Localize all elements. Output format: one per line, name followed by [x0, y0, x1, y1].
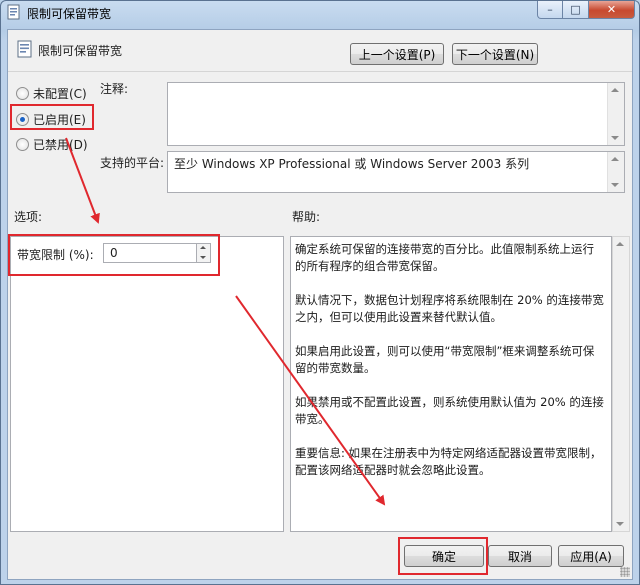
help-paragraph: 如果启用此设置，则可以使用“带宽限制”框来调整系统可保留的带宽数量。 [295, 344, 595, 375]
policy-setting-icon [17, 40, 32, 58]
header-divider [8, 71, 632, 72]
dialog-client-area: 限制可保留带宽 上一个设置(P) 下一个设置(N) 未配置(C) 已启用(E) … [7, 29, 633, 580]
help-label: 帮助: [292, 210, 321, 224]
platform-field: 至少 Windows XP Professional 或 Windows Ser… [167, 151, 625, 193]
close-icon: ✕ [606, 3, 617, 16]
help-panel: 确定系统可保留的连接带宽的百分比。此值限制系统上运行的所有程序的组合带宽保留。 … [290, 236, 612, 532]
close-button[interactable]: ✕ [589, 1, 635, 19]
radio-disabled-indicator[interactable] [16, 138, 29, 151]
window-title: 限制可保留带宽 [27, 7, 112, 21]
maximize-icon: □ [570, 3, 581, 16]
help-paragraph: 重要信息: 如果在注册表中为特定网络适配器设置带宽限制，配置该网络适配器时就会忽… [295, 446, 602, 477]
maximize-button[interactable]: □ [563, 1, 589, 19]
policy-title: 限制可保留带宽 [38, 44, 123, 58]
bandwidth-highlight-box [8, 234, 220, 276]
platform-scrollbar[interactable] [607, 152, 624, 192]
policy-dialog-window: 限制可保留带宽 – □ ✕ 限制可保留带宽 上一个设置(P) 下一个设置(N) … [0, 0, 640, 585]
help-paragraph: 确定系统可保留的连接带宽的百分比。此值限制系统上运行的所有程序的组合带宽保留。 [295, 242, 594, 273]
radio-disabled[interactable]: 已禁用(D) [16, 136, 88, 153]
radio-not-configured[interactable]: 未配置(C) [16, 85, 87, 102]
options-panel: 带宽限制 (%): 0 [10, 236, 284, 532]
previous-setting-button[interactable]: 上一个设置(P) [350, 43, 444, 65]
radio-disabled-label: 已禁用(D) [33, 138, 88, 152]
help-paragraph: 如果禁用或不配置此设置，则系统使用默认值为 20% 的连接带宽。 [295, 395, 604, 426]
policy-setting-icon [7, 4, 20, 20]
cancel-button[interactable]: 取消 [488, 545, 552, 567]
enabled-highlight-box [10, 104, 94, 130]
next-setting-button[interactable]: 下一个设置(N) [452, 43, 538, 65]
radio-not-configured-label: 未配置(C) [33, 87, 87, 101]
minimize-icon: – [547, 3, 553, 16]
resize-grip-icon[interactable] [620, 567, 630, 577]
comment-textarea[interactable] [167, 82, 625, 146]
comment-scrollbar[interactable] [607, 83, 624, 145]
platform-label: 支持的平台: [100, 156, 165, 170]
ok-highlight-box [398, 537, 488, 575]
comment-label: 注释: [100, 82, 129, 96]
radio-not-configured-indicator[interactable] [16, 87, 29, 100]
minimize-button[interactable]: – [537, 1, 563, 19]
apply-button[interactable]: 应用(A) [558, 545, 624, 567]
options-label: 选项: [14, 210, 43, 224]
help-paragraph: 默认情况下，数据包计划程序将系统限制在 20% 的连接带宽之内，但可以使用此设置… [295, 293, 604, 324]
platform-value: 至少 Windows XP Professional 或 Windows Ser… [174, 157, 530, 171]
help-scrollbar[interactable] [612, 236, 630, 532]
title-bar[interactable]: 限制可保留带宽 – □ ✕ [1, 1, 639, 23]
